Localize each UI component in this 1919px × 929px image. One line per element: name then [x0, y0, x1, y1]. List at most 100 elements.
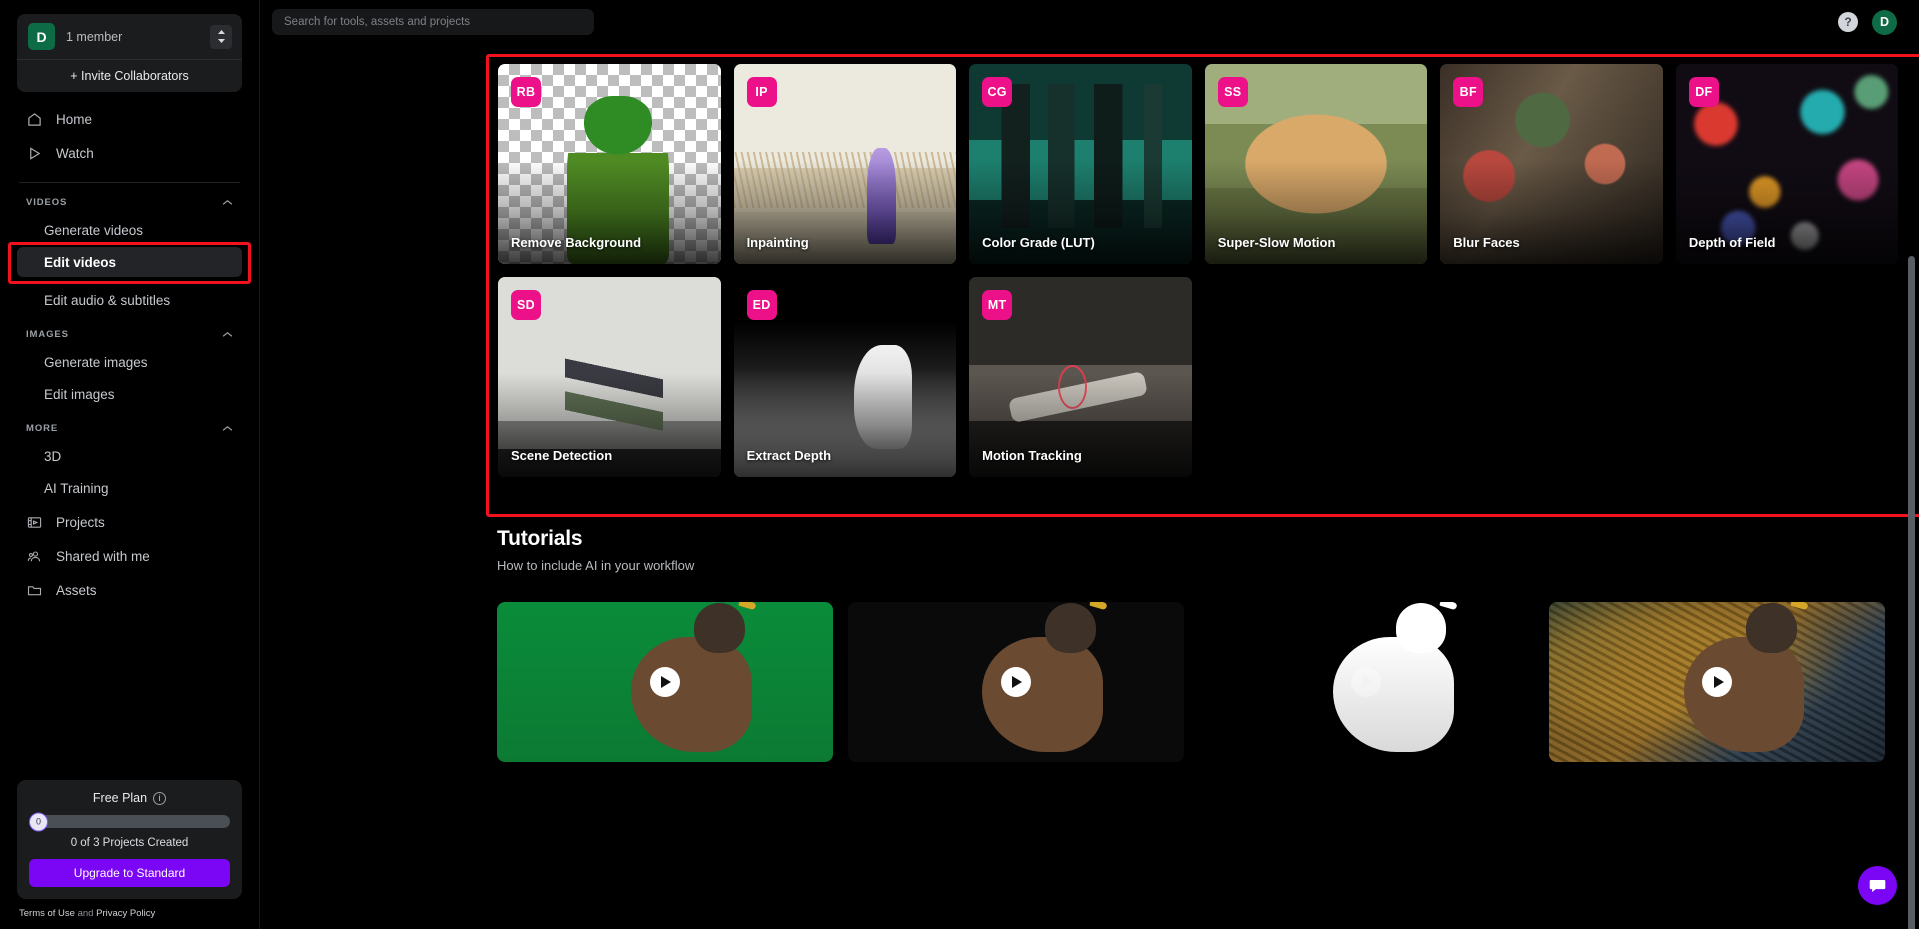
sidebar-item-label: Generate images	[44, 354, 148, 370]
sidebar-item-projects[interactable]: Projects	[17, 507, 242, 537]
tool-label: Scene Detection	[511, 448, 613, 463]
tutorials-section: Tutorials How to include AI in your work…	[497, 527, 1885, 762]
section-title: MORE	[26, 422, 59, 434]
sidebar-item-watch[interactable]: Watch	[17, 138, 242, 168]
tutorials-subtitle: How to include AI in your workflow	[497, 558, 695, 573]
plan-progress-knob: 0	[29, 812, 48, 831]
avatar[interactable]: D	[1872, 9, 1897, 35]
tool-card-scene-detection[interactable]: SD Scene Detection	[498, 277, 721, 477]
chevron-up-icon[interactable]	[222, 331, 233, 338]
search-placeholder: Search for tools, assets and projects	[284, 16, 471, 28]
tool-badge: ED	[746, 290, 777, 320]
terms-of-use-link[interactable]: Terms of Use	[19, 908, 75, 919]
help-icon[interactable]: ?	[1838, 12, 1858, 32]
section-title: IMAGES	[26, 328, 69, 340]
play-icon[interactable]	[1702, 667, 1733, 697]
edit-videos-highlight: Edit videos	[8, 242, 251, 284]
sidebar-item-label: Edit images	[44, 386, 115, 402]
sidebar-item-generate-images[interactable]: Generate images	[17, 347, 242, 377]
tool-card-color-grade[interactable]: CG Color Grade (LUT)	[969, 64, 1192, 264]
tool-card-extract-depth[interactable]: ED Extract Depth	[733, 277, 957, 477]
sidebar-item-edit-images[interactable]: Edit images	[17, 379, 242, 409]
sidebar-item-label: Edit audio & subtitles	[44, 292, 171, 308]
sidebar-section-images-header[interactable]: IMAGES	[17, 323, 242, 345]
tool-badge: MT	[982, 290, 1013, 320]
tutorials-title: Tutorials	[497, 527, 583, 550]
tool-badge: SD	[511, 290, 541, 320]
chevron-up-icon[interactable]	[222, 199, 233, 206]
sidebar-item-edit-videos[interactable]: Edit videos	[17, 247, 242, 277]
sidebar: D 1 member + Invite Collaborators Home W…	[0, 0, 260, 929]
plan-usage-label: 0 of 3 Projects Created	[70, 837, 189, 849]
plan-title-row: Free Plan i	[29, 791, 230, 805]
search-input[interactable]: Search for tools, assets and projects	[272, 9, 594, 35]
tutorial-thumbnail	[1332, 602, 1459, 753]
sidebar-section-videos-header[interactable]: VIDEOS	[17, 191, 242, 213]
scrollbar-track[interactable]	[1908, 60, 1917, 929]
plan-card: Free Plan i 0 0 of 3 Projects Created Up…	[17, 780, 242, 899]
play-icon[interactable]	[649, 667, 680, 697]
tool-badge: DF	[1688, 77, 1719, 107]
tool-label: Remove Background	[511, 235, 642, 250]
primary-nav: Home Watch	[17, 104, 242, 172]
tutorial-card-painted[interactable]	[1549, 602, 1885, 762]
tool-label: Extract Depth	[746, 448, 832, 463]
tutorial-card-green-screen[interactable]	[497, 602, 833, 762]
home-icon	[26, 111, 43, 128]
team-card: D 1 member + Invite Collaborators	[17, 14, 242, 92]
plan-progress-bar: 0	[29, 812, 230, 831]
sidebar-item-edit-audio-subtitles[interactable]: Edit audio & subtitles	[17, 285, 242, 315]
tool-card-super-slow-motion[interactable]: SS Super-Slow Motion	[1204, 64, 1428, 264]
tool-badge: SS	[1217, 77, 1248, 107]
upgrade-to-standard-button[interactable]: Upgrade to Standard	[29, 859, 230, 887]
sidebar-item-shared-with-me[interactable]: Shared with me	[17, 541, 242, 571]
top-bar-actions: ? D	[1838, 9, 1897, 35]
sidebar-item-assets[interactable]: Assets	[17, 575, 242, 605]
tool-label: Blur Faces	[1453, 235, 1520, 250]
sidebar-item-label: Projects	[56, 514, 105, 530]
main-content: Search for tools, assets and projects ? …	[260, 0, 1919, 929]
tools-grid: RB Remove Background IP Inpainting CG Co…	[489, 57, 1919, 484]
sidebar-item-generate-videos[interactable]: Generate videos	[17, 215, 242, 245]
tools-grid-highlight: RB Remove Background IP Inpainting CG Co…	[486, 54, 1919, 517]
app-root: D 1 member + Invite Collaborators Home W…	[0, 0, 1919, 929]
sidebar-item-label: Shared with me	[56, 548, 150, 564]
tool-card-blur-faces[interactable]: BF Blur Faces	[1440, 64, 1663, 264]
tutorial-card-matte[interactable]	[1198, 602, 1535, 762]
invite-collaborators-button[interactable]: + Invite Collaborators	[17, 59, 242, 92]
tool-card-inpainting[interactable]: IP Inpainting	[733, 64, 957, 264]
section-title: VIDEOS	[26, 196, 68, 208]
sidebar-item-label: 3D	[44, 448, 62, 464]
sidebar-item-label: AI Training	[44, 480, 109, 496]
privacy-policy-link[interactable]: Privacy Policy	[96, 908, 155, 919]
tool-badge: RB	[511, 77, 541, 107]
sidebar-section-more-header[interactable]: MORE	[17, 417, 242, 439]
play-icon[interactable]	[1351, 667, 1382, 697]
scrollbar-thumb[interactable]	[1908, 256, 1915, 929]
tool-card-motion-tracking[interactable]: MT Motion Tracking	[969, 277, 1192, 477]
sidebar-item-label: Assets	[56, 582, 97, 598]
play-icon[interactable]	[1000, 667, 1031, 697]
tool-badge: IP	[746, 77, 777, 107]
sidebar-item-label: Watch	[56, 145, 94, 161]
chevron-up-icon[interactable]	[222, 425, 233, 432]
tutorials-grid	[497, 602, 1885, 762]
tool-label: Inpainting	[746, 235, 809, 250]
sidebar-divider	[19, 182, 240, 183]
sidebar-item-ai-training[interactable]: AI Training	[17, 473, 242, 503]
info-icon[interactable]: i	[153, 791, 167, 805]
chat-bubble-icon[interactable]	[1858, 866, 1897, 905]
legal-links: Terms of Use and Privacy Policy	[17, 908, 242, 929]
legal-and: and	[74, 908, 97, 919]
tool-card-remove-background[interactable]: RB Remove Background	[498, 64, 721, 264]
sidebar-item-home[interactable]: Home	[17, 104, 242, 134]
tutorial-thumbnail	[631, 602, 757, 753]
tool-badge: CG	[982, 77, 1013, 107]
up-down-chevron-icon[interactable]	[210, 24, 232, 49]
plan-name: Free Plan	[92, 791, 148, 805]
team-switcher[interactable]: D 1 member	[17, 14, 242, 59]
tool-card-depth-of-field[interactable]: DF Depth of Field	[1675, 64, 1899, 264]
sidebar-item-3d[interactable]: 3D	[17, 441, 242, 471]
tutorial-card-transparent[interactable]	[847, 602, 1184, 762]
